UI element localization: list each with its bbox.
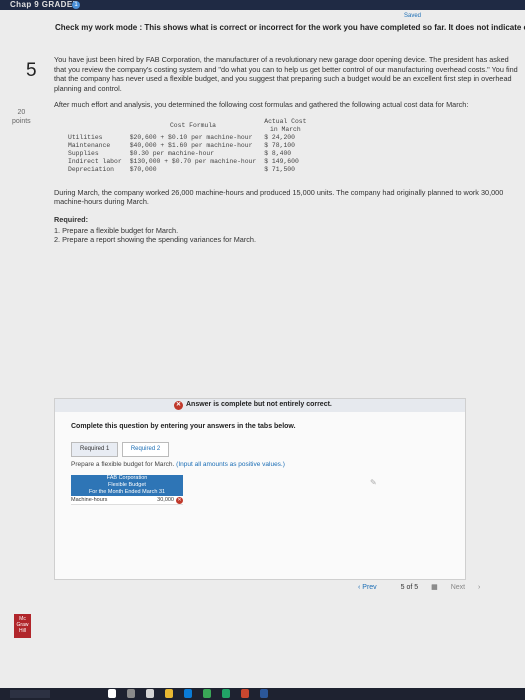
word-icon[interactable]	[260, 689, 268, 698]
task-view-icon[interactable]	[127, 689, 135, 698]
flexible-budget-table: FAB Corporation Flexible Budget For the …	[71, 475, 183, 505]
question-content: You have just been hired by FAB Corporat…	[54, 55, 522, 245]
page-indicator: 5 of 5	[400, 584, 419, 591]
cortana-icon[interactable]	[108, 689, 116, 698]
row-formula: $130,000 + $0.70 per machine-hour	[129, 157, 257, 165]
prepare-instruction: Prepare a flexible budget for March. (In…	[71, 461, 285, 468]
actual-header-2: in March	[270, 125, 301, 133]
pencil-icon: ✎	[370, 478, 377, 487]
instruction-text: Complete this question by entering your …	[71, 423, 296, 430]
row-actual: $ 8,400	[264, 149, 292, 157]
required-item-2: 2. Prepare a report showing the spending…	[54, 235, 256, 244]
analysis-text: After much effort and analysis, you dete…	[54, 100, 469, 109]
during-march-text: During March, the company worked 26,000 …	[54, 187, 504, 207]
problem-intro: You have just been hired by FAB Corporat…	[54, 55, 518, 93]
tab-required-2[interactable]: Required 2	[121, 442, 170, 457]
row-actual: $ 78,100	[264, 141, 295, 149]
chrome-icon[interactable]	[203, 689, 211, 698]
store-icon[interactable]	[146, 689, 154, 698]
machine-hours-label: Machine-hours	[71, 497, 108, 503]
formula-header: Cost Formula	[169, 121, 216, 129]
row-formula: $70,000	[129, 165, 157, 173]
next-button[interactable]: Next ›	[451, 584, 481, 591]
tab-required-1[interactable]: Required 1	[71, 442, 119, 457]
points-text: points	[12, 118, 31, 125]
prev-button[interactable]: ‹ Prev	[358, 584, 388, 591]
row-actual: $ 71,500	[264, 165, 295, 173]
table-row: Supplies $0.30 per machine-hour $ 8,400	[64, 150, 310, 158]
question-number: 5	[26, 60, 37, 81]
row-name: Utilities	[68, 133, 103, 141]
budget-period: For the Month Ended March 31	[71, 489, 183, 496]
row-name: Depreciation	[68, 165, 115, 173]
answer-status-text: Answer is complete but not entirely corr…	[186, 401, 332, 408]
points-value: 20	[17, 109, 26, 116]
top-bar: Chap 9 GRADED 1	[0, 0, 525, 10]
row-name: Maintenance	[68, 141, 111, 149]
taskbar	[0, 688, 525, 700]
answer-status-banner: ✕ Answer is complete but not entirely co…	[55, 399, 465, 412]
incorrect-icon: ✕	[174, 401, 183, 410]
row-actual: $ 149,600	[264, 157, 299, 165]
prepare-text: Prepare a flexible budget for March.	[71, 461, 175, 468]
assignment-title: Chap 9 GRADED	[10, 0, 79, 9]
machine-hours-input[interactable]: 30,000	[157, 496, 174, 504]
taskbar-icons	[108, 689, 268, 698]
machine-hours-value-cell[interactable]: 30,000 ✕	[157, 496, 183, 504]
answer-panel: ✕ Answer is complete but not entirely co…	[54, 398, 466, 580]
required-item-1: 1. Prepare a flexible budget for March.	[54, 225, 179, 235]
table-row: Depreciation $70,000 $ 71,500	[64, 166, 310, 174]
required-tabs: Required 1 Required 2	[71, 442, 170, 457]
table-row: Maintenance $40,000 + $1.60 per machine-…	[64, 142, 310, 150]
taskbar-search[interactable]	[10, 690, 50, 698]
excel-icon[interactable]	[222, 689, 230, 698]
powerpoint-icon[interactable]	[241, 689, 249, 698]
mcgraw-hill-logo: Mc Graw Hill	[14, 614, 31, 638]
prepare-hint: (Input all amounts as positive values.)	[176, 461, 285, 468]
question-navigation: ‹ Prev 5 of 5 ▦ Next ›	[358, 583, 491, 591]
grid-icon[interactable]: ▦	[431, 583, 438, 591]
row-name: Supplies	[68, 149, 99, 157]
required-heading: Required:	[54, 214, 89, 224]
budget-company: FAB Corporation	[71, 475, 183, 482]
saved-status: Saved	[403, 13, 421, 19]
table-row: Indirect labor $130,000 + $0.70 per mach…	[64, 158, 310, 166]
row-formula: $40,000 + $1.60 per machine-hour	[129, 141, 253, 149]
table-row: Machine-hours 30,000 ✕	[71, 496, 183, 505]
cost-formula-table: Cost Formula Actual Cost in March Utilit…	[64, 118, 310, 174]
quiz-page: Chap 9 GRADED 1 Saved Check my work mode…	[0, 0, 525, 700]
next-label: Next	[450, 584, 466, 591]
row-formula: $20,600 + $0.10 per machine-hour	[129, 133, 253, 141]
points-label: 20 points	[12, 108, 31, 126]
incorrect-icon: ✕	[176, 496, 183, 504]
check-mode-banner: Check my work mode : This shows what is …	[55, 23, 525, 32]
row-actual: $ 24,200	[264, 133, 295, 141]
info-badge[interactable]: 1	[72, 1, 80, 9]
table-row: Utilities $20,600 + $0.10 per machine-ho…	[64, 134, 310, 142]
prev-label: Prev	[362, 584, 377, 591]
files-icon[interactable]	[165, 689, 173, 698]
budget-title: Flexible Budget	[71, 482, 183, 489]
edge-icon[interactable]	[184, 689, 192, 698]
row-formula: $0.30 per machine-hour	[129, 149, 215, 157]
actual-header: Actual Cost	[264, 117, 307, 125]
row-name: Indirect labor	[68, 157, 122, 165]
